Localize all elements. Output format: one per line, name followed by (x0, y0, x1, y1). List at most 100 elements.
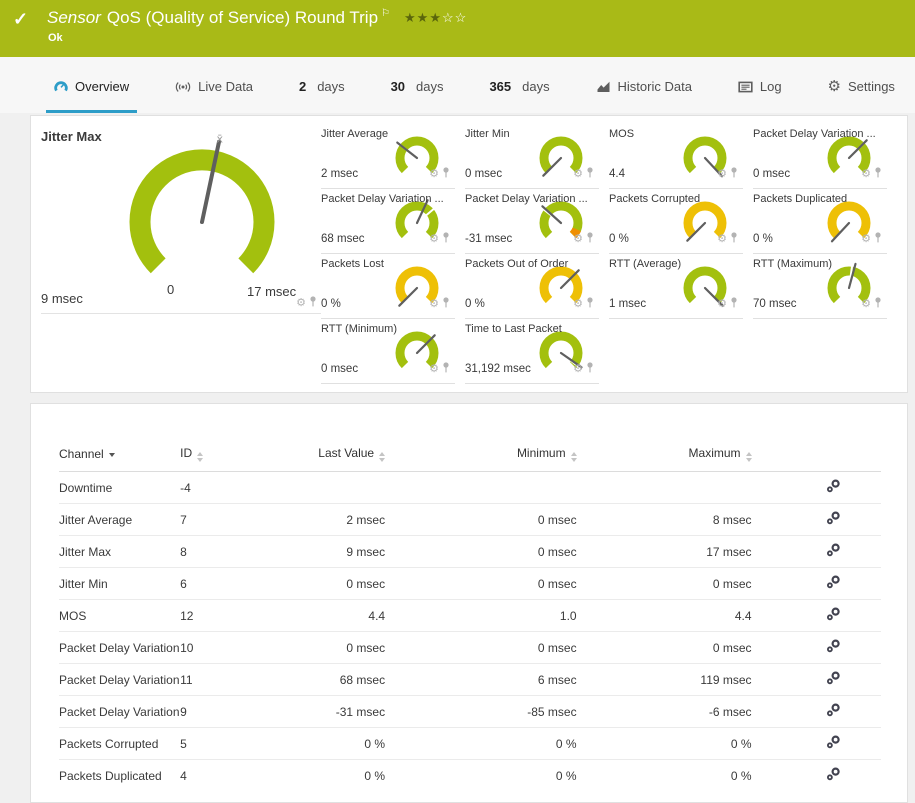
gauge-tile-value: 31,192 msec (465, 363, 531, 375)
gauge-tile[interactable]: RTT (Minimum) 0 msec ⚙ (321, 319, 455, 384)
gear-icon[interactable]: ⚙ (429, 234, 439, 245)
gear-icon[interactable]: ⚙ (861, 299, 871, 310)
table-row[interactable]: Packet Delay Variation Min 9 -31 msec -8… (59, 695, 881, 728)
pin-icon[interactable] (586, 165, 594, 183)
gear-icon[interactable]: ⚙ (429, 364, 439, 375)
channel-settings-icon[interactable] (826, 479, 841, 496)
channel-settings-icon[interactable] (826, 767, 841, 784)
pin-icon[interactable] (874, 165, 882, 183)
gauge-tile[interactable]: RTT (Maximum) 70 msec ⚙ (753, 254, 887, 319)
tab-strong-label: 365 (489, 79, 512, 94)
channel-settings-icon[interactable] (826, 607, 841, 624)
tab-2-days[interactable]: 2 days (291, 57, 353, 113)
gauge-tile[interactable]: Packet Delay Variation ... 0 msec ⚙ (753, 124, 887, 189)
pin-icon[interactable] (309, 294, 317, 312)
tab-settings[interactable]: ⚙ Settings (820, 57, 903, 113)
gear-icon[interactable]: ⚙ (429, 299, 439, 310)
gear-icon[interactable]: ⚙ (717, 234, 727, 245)
cell-maximum: 119 msec (576, 663, 752, 696)
star-filled-icon[interactable]: ★ (429, 10, 442, 25)
cell-maximum: -6 msec (576, 695, 752, 728)
priority-stars[interactable]: ★★★☆☆ (404, 10, 467, 25)
table-row[interactable]: Packets Corrupted 5 0 % 0 % 0 % (59, 727, 881, 760)
pin-icon[interactable] (730, 295, 738, 313)
gear-icon[interactable]: ⚙ (429, 169, 439, 180)
main-gauge-tile[interactable]: Jitter Max x̄ 0 17 msec 9 msec ⚙ (41, 124, 321, 314)
channel-settings-icon[interactable] (826, 639, 841, 656)
pin-icon[interactable] (586, 230, 594, 248)
gauge-tile[interactable]: Packets Corrupted 0 % ⚙ (609, 189, 743, 254)
tab-log[interactable]: Log (730, 57, 790, 113)
pin-icon[interactable] (730, 165, 738, 183)
cell-maximum: 0 % (576, 759, 752, 791)
pin-icon[interactable] (442, 230, 450, 248)
gauge-tile[interactable]: Jitter Average 2 msec ⚙ (321, 124, 455, 189)
gear-icon[interactable]: ⚙ (573, 234, 583, 245)
gauge-tile[interactable]: RTT (Average) 1 msec ⚙ (609, 254, 743, 319)
col-header-minimum[interactable]: Minimum (385, 440, 577, 472)
gauge-tile-tools: ⚙ (717, 165, 738, 183)
pin-icon[interactable] (586, 360, 594, 378)
table-row[interactable]: MOS 12 4.4 1.0 4.4 (59, 599, 881, 632)
cell-maximum: 0 msec (576, 567, 752, 600)
tab-overview[interactable]: Overview (46, 57, 138, 113)
gauge-tile[interactable]: Packets Duplicated 0 % ⚙ (753, 189, 887, 254)
channel-settings-icon[interactable] (826, 671, 841, 688)
gear-icon[interactable]: ⚙ (296, 298, 306, 309)
channel-settings-icon[interactable] (826, 511, 841, 528)
pin-icon[interactable] (730, 230, 738, 248)
table-row[interactable]: Jitter Max 8 9 msec 0 msec 17 msec (59, 535, 881, 568)
gauge-tile[interactable]: Packets Lost 0 % ⚙ (321, 254, 455, 319)
table-row[interactable]: Jitter Average 7 2 msec 0 msec 8 msec (59, 503, 881, 536)
star-filled-icon[interactable]: ★ (417, 10, 430, 25)
table-row[interactable]: Packets Duplicated 4 0 % 0 % 0 % (59, 759, 881, 791)
gauge-tile[interactable]: Time to Last Packet 31,192 msec ⚙ (465, 319, 599, 384)
tab-live-data[interactable]: Live Data (167, 57, 261, 113)
pin-icon[interactable] (442, 295, 450, 313)
channel-settings-icon[interactable] (826, 735, 841, 752)
gauge-tile[interactable]: Packet Delay Variation ... 68 msec ⚙ (321, 189, 455, 254)
gear-icon[interactable]: ⚙ (573, 169, 583, 180)
cell-channel: Packets Corrupted (59, 727, 181, 760)
pin-icon[interactable] (874, 230, 882, 248)
col-header-channel[interactable]: Channel (59, 440, 181, 472)
pin-icon[interactable] (586, 295, 594, 313)
gauge-tile-title: Jitter Average (321, 128, 389, 140)
tab-label: Historic Data (617, 79, 692, 94)
pin-icon[interactable] (874, 295, 882, 313)
gauge-tile[interactable]: Packets Out of Order 0 % ⚙ (465, 254, 599, 319)
flag-icon[interactable]: ⚐ (381, 8, 390, 19)
gauge-tile[interactable]: Jitter Min 0 msec ⚙ (465, 124, 599, 189)
pin-icon[interactable] (442, 360, 450, 378)
gear-icon[interactable]: ⚙ (717, 169, 727, 180)
gear-icon[interactable]: ⚙ (717, 299, 727, 310)
col-header-last-value[interactable]: Last Value (238, 440, 386, 472)
channel-settings-icon[interactable] (826, 703, 841, 720)
gear-icon[interactable]: ⚙ (861, 234, 871, 245)
gauge-tile-value: 0 % (609, 233, 629, 245)
star-empty-icon[interactable]: ☆ (455, 10, 468, 25)
gear-icon[interactable]: ⚙ (861, 169, 871, 180)
tab-365-days[interactable]: 365 days (481, 57, 557, 113)
cell-last-value: 0 msec (238, 631, 386, 664)
gauge-tile[interactable]: MOS 4.4 ⚙ (609, 124, 743, 189)
channel-settings-icon[interactable] (826, 543, 841, 560)
gear-icon[interactable]: ⚙ (573, 364, 583, 375)
col-header-id[interactable]: ID (180, 440, 239, 472)
star-filled-icon[interactable]: ★ (404, 10, 417, 25)
gauge-tile-value: 0 msec (321, 363, 359, 375)
gear-icon[interactable]: ⚙ (573, 299, 583, 310)
pin-icon[interactable] (442, 165, 450, 183)
channel-settings-icon[interactable] (826, 575, 841, 592)
tab-30-days[interactable]: 30 days (383, 57, 452, 113)
table-row[interactable]: Downtime -4 (59, 471, 881, 504)
gauge-tile[interactable]: Packet Delay Variation ... -31 msec ⚙ (465, 189, 599, 254)
cell-minimum (385, 471, 577, 504)
tab-historic-data[interactable]: Historic Data (588, 57, 700, 113)
table-row[interactable]: Packet Delay Variation A... 10 0 msec 0 … (59, 631, 881, 664)
gauge-tile-value: 0 % (321, 298, 341, 310)
star-empty-icon[interactable]: ☆ (442, 10, 455, 25)
table-row[interactable]: Packet Delay Variation M... 11 68 msec 6… (59, 663, 881, 696)
table-row[interactable]: Jitter Min 6 0 msec 0 msec 0 msec (59, 567, 881, 600)
col-header-maximum[interactable]: Maximum (576, 440, 752, 472)
